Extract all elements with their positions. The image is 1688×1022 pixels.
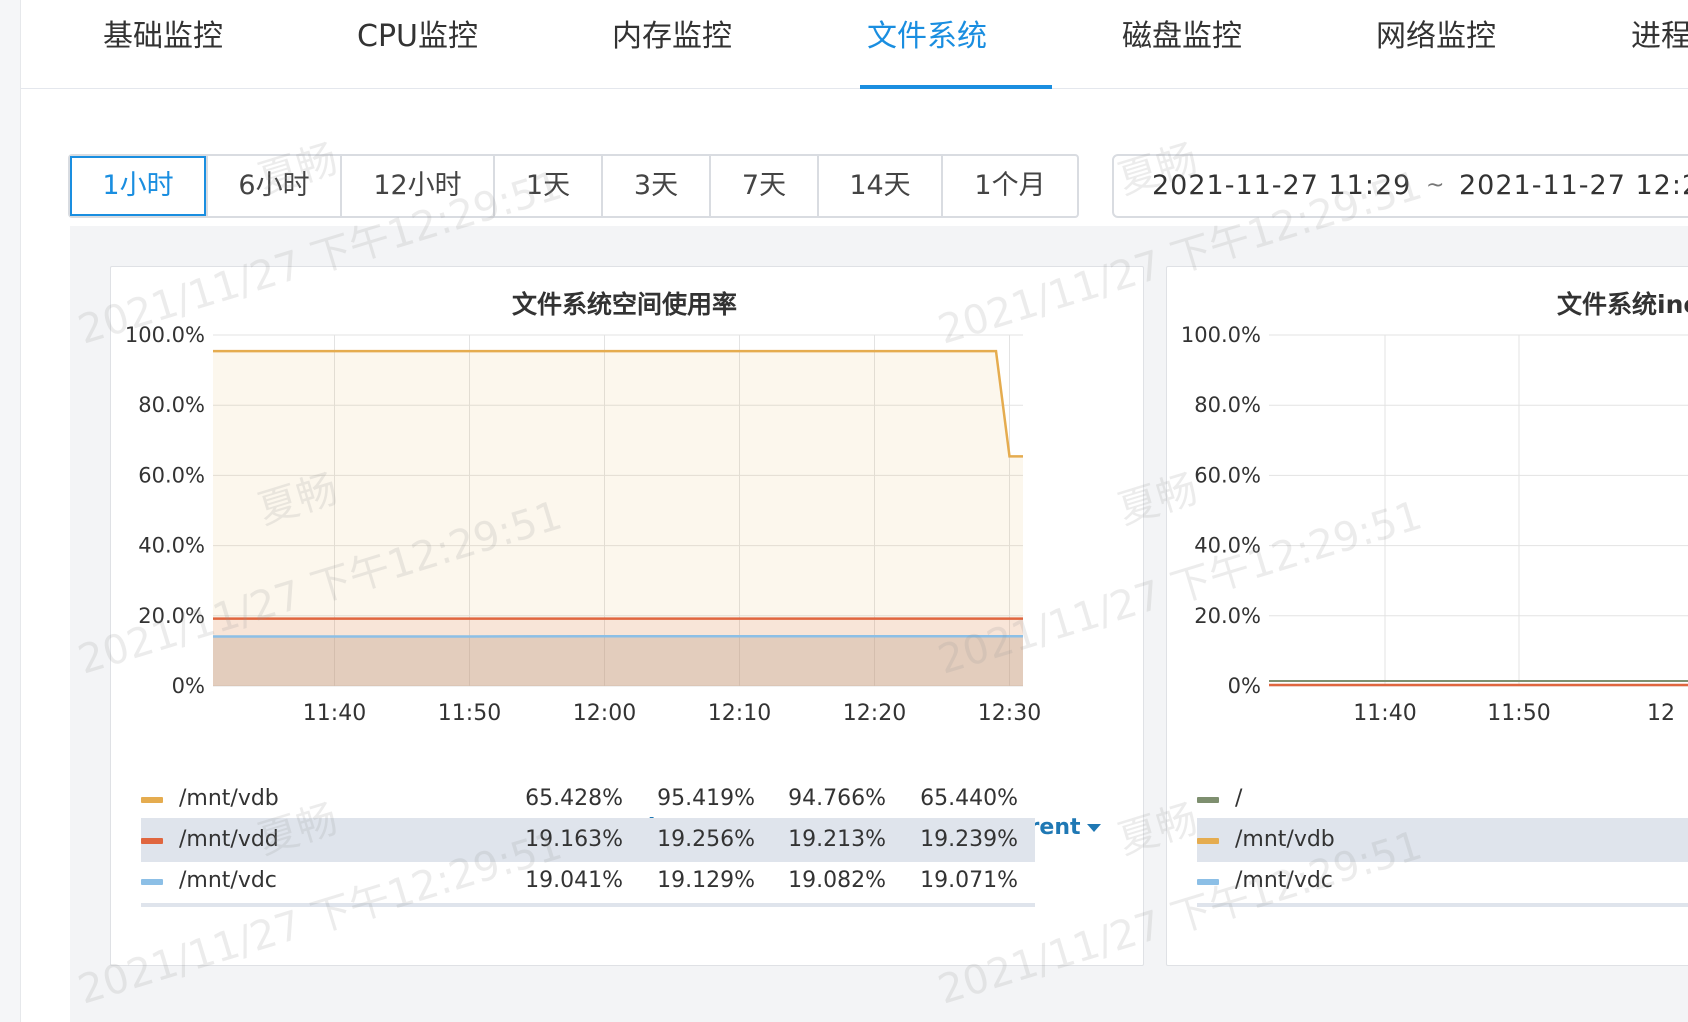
tab-process[interactable]: 进程 [1631, 0, 1688, 88]
x-tick-label: 11:40 [1353, 701, 1416, 726]
tab-cpu[interactable]: CPU监控 [357, 0, 478, 88]
y-tick-label: 20.0% [1194, 604, 1261, 628]
legend-min-value: 19.041% [525, 868, 623, 893]
y-tick-label: 20.0% [138, 604, 205, 628]
x-tick-label: 11:50 [438, 701, 501, 726]
legend-series-name: / [1235, 786, 1243, 811]
date-range-end: 2021-11-27 12:29 [1459, 170, 1688, 201]
sort-desc-icon [1086, 824, 1101, 832]
y-tick-label: 0% [1228, 674, 1261, 698]
legend-row[interactable]: /mnt/vdb0 [1197, 818, 1688, 862]
time-range-selector: 1小时 6小时 12小时 1天 3天 7天 14天 1个月 [68, 154, 1079, 218]
y-tick-label: 80.0% [138, 393, 205, 417]
legend-swatch [1197, 879, 1219, 885]
monitor-tabs: 基础监控 CPU监控 内存监控 文件系统 磁盘监控 网络监控 进程 [21, 0, 1688, 89]
x-tick-label: 12:10 [708, 701, 771, 726]
date-range-separator: ~ [1426, 173, 1446, 198]
y-tick-label: 100.0% [1181, 323, 1261, 347]
legend-scrollbar[interactable] [141, 903, 1035, 907]
legend-avg-value: 94.766% [788, 786, 886, 811]
legend-current-value: 65.440% [920, 786, 1018, 811]
legend-series-name: /mnt/vdb [179, 786, 279, 811]
x-tick-label: 12:00 [573, 701, 636, 726]
left-rail [0, 0, 21, 1022]
range-6h-button[interactable]: 6小时 [206, 156, 340, 216]
tab-basic[interactable]: 基础监控 [103, 0, 223, 88]
legend-series-name: /mnt/vdc [1235, 868, 1333, 893]
filesystem-usage-panel: 文件系统空间使用率 100.0% 80.0% 60.0% 40.0% 20.0% 0% 11… [110, 266, 1144, 966]
legend-current-value: 19.239% [920, 827, 1018, 852]
series-area [213, 636, 1023, 686]
range-3d-button[interactable]: 3天 [601, 156, 709, 216]
y-tick-label: 60.0% [138, 463, 205, 487]
y-tick-label: 40.0% [138, 534, 205, 558]
legend-row[interactable]: /mnt/vdb 65.428% 95.419% 94.766% 65.440% [141, 777, 1035, 821]
x-tick-label: 11:50 [1487, 701, 1550, 726]
legend-swatch [1197, 797, 1219, 803]
x-tick-label: 11:40 [303, 701, 366, 726]
range-1d-button[interactable]: 1天 [493, 156, 601, 216]
legend-series-name: /mnt/vdb [1235, 827, 1335, 852]
legend-swatch [141, 879, 163, 885]
legend-row[interactable]: /mnt/vdc0 [1197, 859, 1688, 903]
legend-current-value: 19.071% [920, 868, 1018, 893]
tab-network[interactable]: 网络监控 [1376, 0, 1496, 88]
legend-min-value: 65.428% [525, 786, 623, 811]
x-tick-label: 12:20 [843, 701, 906, 726]
legend-avg-value: 19.082% [788, 868, 886, 893]
y-tick-label: 40.0% [1194, 534, 1261, 558]
x-tick-label: 12 [1647, 701, 1675, 726]
tab-memory[interactable]: 内存监控 [612, 0, 732, 88]
legend-swatch [141, 838, 163, 844]
tab-filesystem[interactable]: 文件系统 [867, 0, 987, 88]
range-12h-button[interactable]: 12小时 [340, 156, 493, 216]
legend-row[interactable]: /mnt/vdc 19.041% 19.129% 19.082% 19.071% [141, 859, 1035, 903]
range-7d-button[interactable]: 7天 [709, 156, 817, 216]
range-14d-button[interactable]: 14天 [817, 156, 941, 216]
legend-max-value: 19.129% [657, 868, 755, 893]
range-1m-button[interactable]: 1个月 [941, 156, 1077, 216]
filesystem-inode-panel: 文件系统ino 100.0% 80.0% 60.0% 40.0% 20.0% 0% 11:4… [1166, 266, 1688, 966]
y-tick-label: 60.0% [1194, 463, 1261, 487]
filesystem-usage-chart: 100.0% 80.0% 60.0% 40.0% 20.0% 0% 11:40 11:50 12… [125, 323, 1041, 726]
legend-swatch [141, 797, 163, 803]
legend-series-name: /mnt/vdd [179, 827, 279, 852]
tab-disk[interactable]: 磁盘监控 [1122, 0, 1242, 88]
legend-max-value: 95.419% [657, 786, 755, 811]
active-tab-indicator [860, 85, 1052, 89]
legend-min-value: 19.163% [525, 827, 623, 852]
y-tick-label: 80.0% [1194, 393, 1261, 417]
date-range-picker[interactable]: 2021-11-27 11:29 ~ 2021-11-27 12:29 [1112, 154, 1688, 218]
legend-max-value: 19.256% [657, 827, 755, 852]
legend-swatch [1197, 838, 1219, 844]
y-tick-label: 100.0% [125, 323, 205, 347]
y-tick-label: 0% [172, 674, 205, 698]
x-tick-label: 12:30 [978, 701, 1041, 726]
legend-series-name: /mnt/vdc [179, 868, 277, 893]
date-range-start: 2021-11-27 11:29 [1152, 170, 1412, 201]
legend-avg-value: 19.213% [788, 827, 886, 852]
legend-row[interactable]: /1 [1197, 777, 1688, 821]
panel-area: 文件系统空间使用率 100.0% 80.0% 60.0% 40.0% 20.0% 0% 11… [70, 226, 1688, 1022]
legend-scrollbar[interactable] [1197, 903, 1688, 907]
range-1h-button[interactable]: 1小时 [70, 156, 206, 216]
legend-row[interactable]: /mnt/vdd 19.163% 19.256% 19.213% 19.239% [141, 818, 1035, 862]
filesystem-inode-chart: 100.0% 80.0% 60.0% 40.0% 20.0% 0% 11:40 11:50 12 [1181, 323, 1688, 726]
